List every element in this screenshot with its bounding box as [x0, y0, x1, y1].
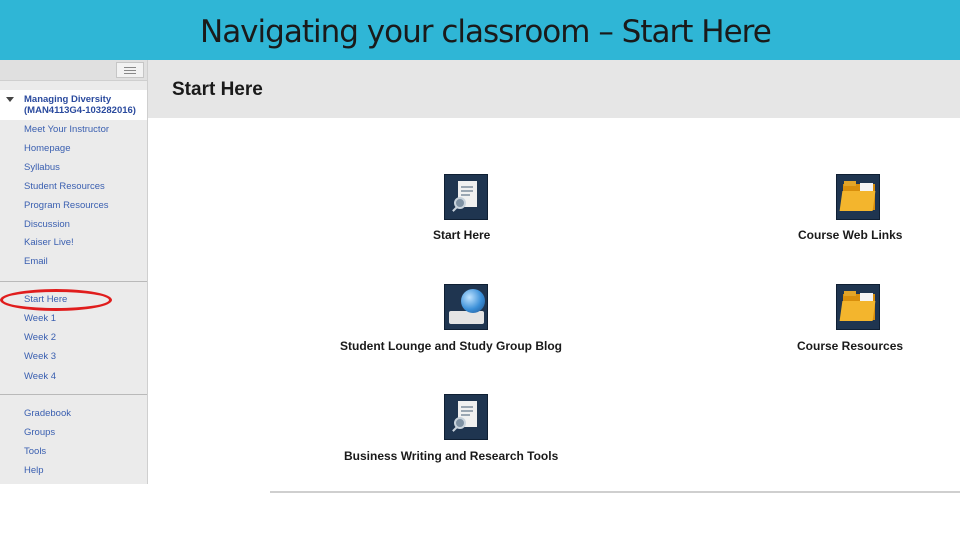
menu-item-groups[interactable]: Groups — [24, 427, 55, 438]
tile-business-writing-link[interactable]: Business Writing and Research Tools — [344, 449, 558, 463]
menu-divider — [0, 394, 147, 395]
menu-item-meet-your-instructor[interactable]: Meet Your Instructor — [24, 124, 109, 135]
menu-item-week-1[interactable]: Week 1 — [24, 313, 56, 324]
document-magnifier-icon[interactable] — [444, 174, 488, 220]
course-menu-toolbar — [0, 60, 147, 81]
page-title: Start Here — [172, 79, 263, 100]
course-title[interactable]: Managing Diversity (MAN4113G4-103282016) — [24, 94, 146, 116]
globe-book-icon[interactable] — [444, 284, 488, 330]
folder-icon[interactable] — [836, 174, 880, 220]
menu-item-tools[interactable]: Tools — [24, 446, 46, 457]
menu-item-kaiser-live[interactable]: Kaiser Live! — [24, 237, 74, 248]
menu-item-email[interactable]: Email — [24, 256, 48, 267]
document-magnifier-icon[interactable] — [444, 394, 488, 440]
menu-item-week-4[interactable]: Week 4 — [24, 371, 56, 382]
menu-item-discussion[interactable]: Discussion — [24, 219, 70, 230]
menu-item-week-2[interactable]: Week 2 — [24, 332, 56, 343]
content-divider — [270, 491, 960, 493]
slide-title: Navigating your classroom – Start Here — [200, 14, 772, 50]
course-menu: Managing Diversity (MAN4113G4-103282016)… — [0, 60, 148, 484]
content-header-bar — [148, 60, 960, 118]
menu-item-program-resources[interactable]: Program Resources — [24, 200, 108, 211]
menu-toggle-icon[interactable] — [116, 62, 144, 78]
menu-item-week-3[interactable]: Week 3 — [24, 351, 56, 362]
menu-item-syllabus[interactable]: Syllabus — [24, 162, 60, 173]
tile-course-web-links-link[interactable]: Course Web Links — [798, 228, 902, 242]
highlight-ellipse — [0, 289, 112, 311]
folder-icon[interactable] — [836, 284, 880, 330]
collapse-caret-icon[interactable] — [6, 97, 14, 102]
tile-student-lounge-link[interactable]: Student Lounge and Study Group Blog — [340, 339, 562, 353]
menu-item-gradebook[interactable]: Gradebook — [24, 408, 71, 419]
tile-start-here-link[interactable]: Start Here — [433, 228, 490, 242]
menu-item-student-resources[interactable]: Student Resources — [24, 181, 105, 192]
tile-course-resources-link[interactable]: Course Resources — [797, 339, 903, 353]
menu-item-help[interactable]: Help — [24, 465, 44, 476]
menu-divider — [0, 281, 147, 282]
menu-item-homepage[interactable]: Homepage — [24, 143, 70, 154]
